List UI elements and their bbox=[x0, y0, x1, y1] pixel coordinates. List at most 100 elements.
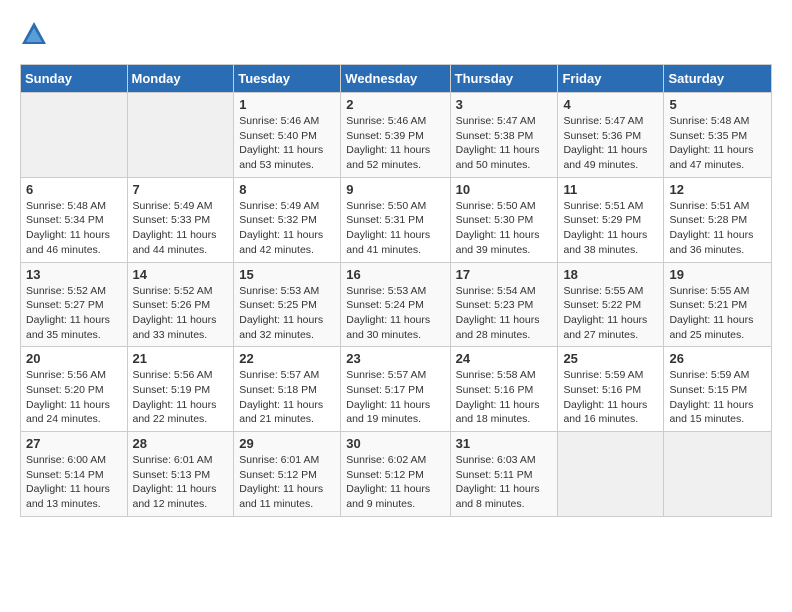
sunset-text: Sunset: 5:28 PM bbox=[669, 214, 747, 226]
sunrise-text: Sunrise: 5:54 AM bbox=[456, 285, 536, 297]
daylight-text: Daylight: 11 hours and 12 minutes. bbox=[133, 483, 217, 510]
daylight-text: Daylight: 11 hours and 38 minutes. bbox=[563, 229, 647, 256]
calendar-cell: 30Sunrise: 6:02 AMSunset: 5:12 PMDayligh… bbox=[341, 432, 450, 517]
cell-content: Sunrise: 5:51 AMSunset: 5:28 PMDaylight:… bbox=[669, 199, 766, 258]
sunrise-text: Sunrise: 5:48 AM bbox=[26, 200, 106, 212]
cell-content: Sunrise: 5:53 AMSunset: 5:25 PMDaylight:… bbox=[239, 284, 335, 343]
calendar-cell: 2 Sunrise: 5:46 AMSunset: 5:39 PMDaylight… bbox=[341, 93, 450, 178]
day-number: 14 bbox=[133, 267, 229, 282]
cell-content: Sunrise: 5:59 AMSunset: 5:16 PMDaylight:… bbox=[563, 368, 658, 427]
day-number: 23 bbox=[346, 351, 444, 366]
calendar-cell: 1Sunrise: 5:46 AMSunset: 5:40 PMDaylight… bbox=[234, 93, 341, 178]
column-header-monday: Monday bbox=[127, 65, 234, 93]
calendar-cell: 17 Sunrise: 5:54 AMSunset: 5:23 PMDayligh… bbox=[450, 262, 558, 347]
sunrise-text: Sunrise: 6:02 AM bbox=[346, 454, 426, 466]
daylight-text: Daylight: 11 hours and 25 minutes. bbox=[669, 314, 753, 341]
sunset-text: Sunset: 5:39 PM bbox=[346, 130, 424, 142]
calendar-cell: 8Sunrise: 5:49 AMSunset: 5:32 PMDaylight… bbox=[234, 177, 341, 262]
cell-content: Sunrise: 5:56 AM Sunset: 5:19 PM Daylight:… bbox=[133, 368, 229, 427]
day-number: 29 bbox=[239, 436, 335, 451]
cell-content: Sunrise: 5:47 AMSunset: 5:38 PMDaylight:… bbox=[456, 114, 553, 173]
calendar-table: SundayMondayTuesdayWednesdayThursdayFrid… bbox=[20, 64, 772, 517]
sunset-text: Sunset: 5:19 PM bbox=[133, 384, 211, 396]
calendar-cell: 27Sunrise: 6:00 AMSunset: 5:14 PMDayligh… bbox=[21, 432, 128, 517]
sunset-text: Sunset: 5:33 PM bbox=[133, 214, 211, 226]
cell-content: Sunrise: 5:56 AMSunset: 5:20 PMDaylight:… bbox=[26, 368, 122, 427]
calendar-cell bbox=[21, 93, 128, 178]
sunset-text: Sunset: 5:14 PM bbox=[26, 469, 104, 481]
column-header-wednesday: Wednesday bbox=[341, 65, 450, 93]
calendar-cell: 19 Sunrise: 5:55 AM Sunset: 5:21 PM Dayligh… bbox=[664, 262, 772, 347]
cell-content: Sunrise: 5:54 AMSunset: 5:23 PMDaylight:… bbox=[456, 284, 553, 343]
daylight-text: Daylight: 11 hours and 22 minutes. bbox=[133, 399, 217, 426]
cell-content: Sunrise: 5:50 AMSunset: 5:31 PMDaylight:… bbox=[346, 199, 444, 258]
calendar-cell: 20Sunrise: 5:56 AMSunset: 5:20 PMDayligh… bbox=[21, 347, 128, 432]
sunrise-text: Sunrise: 6:01 AM bbox=[133, 454, 213, 466]
day-number: 17 bbox=[456, 267, 553, 282]
calendar-cell: 29Sunrise: 6:01 AMSunset: 5:12 PMDayligh… bbox=[234, 432, 341, 517]
day-number: 25 bbox=[563, 351, 658, 366]
calendar-cell: 28Sunrise: 6:01 AMSunset: 5:13 PMDayligh… bbox=[127, 432, 234, 517]
sunset-text: Sunset: 5:26 PM bbox=[133, 299, 211, 311]
sunrise-text: Sunrise: 5:53 AM bbox=[239, 285, 319, 297]
day-number: 4 bbox=[563, 97, 658, 112]
cell-content: Sunrise: 5:46 AMSunset: 5:40 PMDaylight:… bbox=[239, 114, 335, 173]
day-number: 8 bbox=[239, 182, 335, 197]
calendar-cell: 10Sunrise: 5:50 AMSunset: 5:30 PMDayligh… bbox=[450, 177, 558, 262]
sunset-text: Sunset: 5:24 PM bbox=[346, 299, 424, 311]
day-number: 28 bbox=[133, 436, 229, 451]
sunrise-text: Sunrise: 5:46 AM bbox=[239, 115, 319, 127]
calendar-cell: 3Sunrise: 5:47 AMSunset: 5:38 PMDaylight… bbox=[450, 93, 558, 178]
sunrise-text: Sunrise: 6:01 AM bbox=[239, 454, 319, 466]
sunrise-text: Sunrise: 5:50 AM bbox=[346, 200, 426, 212]
sunset-text: Sunset: 5:21 PM bbox=[669, 299, 747, 311]
daylight-text: Daylight: 11 hours and 13 minutes. bbox=[26, 483, 110, 510]
daylight-text: Daylight: 11 hours and 49 minutes. bbox=[563, 144, 647, 171]
cell-content: Sunrise: 5:49 AMSunset: 5:33 PMDaylight:… bbox=[133, 199, 229, 258]
calendar-cell: 9Sunrise: 5:50 AMSunset: 5:31 PMDaylight… bbox=[341, 177, 450, 262]
logo-icon bbox=[20, 20, 48, 48]
page-header bbox=[20, 20, 772, 48]
sunset-text: Sunset: 5:29 PM bbox=[563, 214, 641, 226]
logo bbox=[20, 20, 52, 48]
day-number: 13 bbox=[26, 267, 122, 282]
daylight-text: Daylight: 11 hours and 11 minutes. bbox=[239, 483, 323, 510]
sunset-text: Sunset: 5:20 PM bbox=[26, 384, 104, 396]
sunrise-text: Sunrise: 5:56 AM bbox=[26, 369, 106, 381]
day-number: 11 bbox=[563, 182, 658, 197]
sunrise-text: Sunrise: 5:59 AM bbox=[563, 369, 643, 381]
week-row-5: 27Sunrise: 6:00 AMSunset: 5:14 PMDayligh… bbox=[21, 432, 772, 517]
calendar-cell: 31Sunrise: 6:03 AMSunset: 5:11 PMDayligh… bbox=[450, 432, 558, 517]
daylight-text: Daylight: 11 hours and 47 minutes. bbox=[669, 144, 753, 171]
day-number: 2 bbox=[346, 97, 444, 112]
calendar-cell: 7Sunrise: 5:49 AMSunset: 5:33 PMDaylight… bbox=[127, 177, 234, 262]
day-number: 10 bbox=[456, 182, 553, 197]
cell-content: Sunrise: 5:47 AMSunset: 5:36 PMDaylight:… bbox=[563, 114, 658, 173]
cell-content: Sunrise: 6:00 AM Sunset: 5:14 PM Daylight:… bbox=[26, 453, 122, 512]
day-number: 16 bbox=[346, 267, 444, 282]
sunset-text: Sunset: 5:27 PM bbox=[26, 299, 104, 311]
day-number: 12 bbox=[669, 182, 766, 197]
calendar-cell: 24Sunrise: 5:58 AMSunset: 5:16 PMDayligh… bbox=[450, 347, 558, 432]
sunrise-text: Sunrise: 6:00 AM bbox=[26, 454, 106, 466]
sunrise-text: Sunrise: 5:53 AM bbox=[346, 285, 426, 297]
sunset-text: Sunset: 5:40 PM bbox=[239, 130, 317, 142]
daylight-text: Daylight: 11 hours and 35 minutes. bbox=[26, 314, 110, 341]
sunrise-text: Sunrise: 5:55 AM bbox=[669, 285, 749, 297]
day-number: 30 bbox=[346, 436, 444, 451]
day-number: 19 bbox=[669, 267, 766, 282]
daylight-text: Daylight: 11 hours and 42 minutes. bbox=[239, 229, 323, 256]
cell-content: Sunrise: 5:46 AMSunset: 5:39 PMDaylight:… bbox=[346, 114, 444, 173]
sunrise-text: Sunrise: 5:56 AM bbox=[133, 369, 213, 381]
sunrise-text: Sunrise: 5:51 AM bbox=[563, 200, 643, 212]
daylight-text: Daylight: 11 hours and 21 minutes. bbox=[239, 399, 323, 426]
cell-content: Sunrise: 5:52 AMSunset: 5:26 PMDaylight:… bbox=[133, 284, 229, 343]
day-number: 26 bbox=[669, 351, 766, 366]
cell-content: Sunrise: 6:03 AMSunset: 5:11 PMDaylight:… bbox=[456, 453, 553, 512]
daylight-text: Daylight: 11 hours and 18 minutes. bbox=[456, 399, 540, 426]
sunset-text: Sunset: 5:30 PM bbox=[456, 214, 534, 226]
sunset-text: Sunset: 5:25 PM bbox=[239, 299, 317, 311]
sunrise-text: Sunrise: 5:49 AM bbox=[133, 200, 213, 212]
sunset-text: Sunset: 5:38 PM bbox=[456, 130, 534, 142]
cell-content: Sunrise: 5:57 AMSunset: 5:18 PMDaylight:… bbox=[239, 368, 335, 427]
